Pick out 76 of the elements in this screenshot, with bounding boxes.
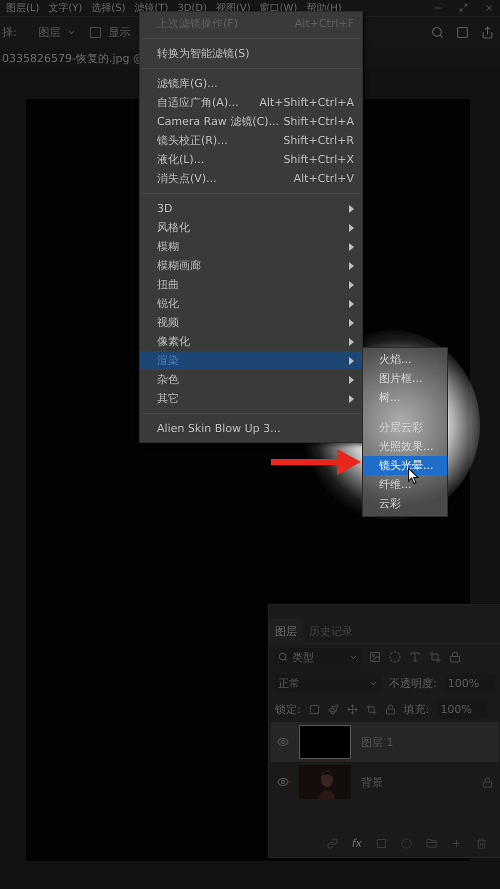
frame-icon[interactable] [456, 26, 469, 38]
menu-title[interactable]: 文字(Y) [48, 1, 82, 15]
lock-icon[interactable] [449, 651, 461, 663]
image-icon[interactable] [369, 651, 381, 663]
menu-item[interactable]: 镜头校正(R)... Shift+Ctrl+R [140, 131, 362, 150]
panel-tab[interactable]: 图层 [269, 619, 303, 643]
fill-label: 填充: [404, 702, 430, 716]
lock-label: 锁定: [275, 702, 301, 716]
move-icon[interactable] [346, 704, 358, 714]
submenu-arrow-icon [349, 356, 354, 364]
menu-item[interactable]: 树... [363, 388, 447, 407]
adjustment-icon[interactable] [401, 838, 412, 848]
menu-item[interactable]: 风格化 [140, 218, 362, 237]
menu-item[interactable]: 渲染 [140, 351, 362, 370]
menu-item[interactable]: 模糊 [140, 237, 362, 256]
adjustment-icon[interactable] [389, 651, 401, 663]
menu-item[interactable]: Alien Skin Blow Up 3... [140, 419, 362, 438]
maximize-icon[interactable] [459, 3, 468, 12]
submenu-arrow-icon [349, 242, 354, 250]
menu-item[interactable]: 液化(L)... Shift+Ctrl+X [140, 150, 362, 169]
menu-item[interactable]: 镜头光晕... [363, 456, 447, 475]
submenu-arrow-icon [349, 394, 354, 402]
menu-item[interactable]: 转换为智能滤镜(S) [140, 44, 362, 63]
mask-icon[interactable] [376, 838, 387, 848]
menu-item[interactable]: 云彩 [363, 494, 447, 513]
menu-item[interactable]: 火焰... [363, 350, 447, 369]
menu-item[interactable]: 自适应广角(A)... Alt+Shift+Ctrl+A [140, 93, 362, 112]
submenu-arrow-icon [349, 318, 354, 326]
submenu-arrow-icon [349, 224, 354, 232]
menu-item[interactable]: Camera Raw 滤镜(C)... Shift+Ctrl+A [140, 112, 362, 131]
submenu-arrow-icon [349, 338, 354, 346]
layer-name: 背景 [361, 774, 384, 790]
checkbox-label: 显示 [108, 24, 131, 40]
menu-title[interactable]: 3D(D) [177, 2, 207, 14]
show-checkbox[interactable] [90, 26, 101, 38]
folder-icon[interactable] [426, 838, 437, 848]
trash-icon[interactable] [476, 838, 487, 848]
menu-item[interactable]: 杂色 [140, 370, 362, 389]
submenu-arrow-icon [349, 300, 354, 308]
menu-title[interactable]: 图层(L) [6, 1, 40, 15]
menu-item[interactable]: 锐化 [140, 294, 362, 313]
share-icon[interactable] [481, 26, 494, 38]
option-label: 择: [2, 24, 17, 40]
layer-thumbnail [299, 725, 351, 759]
brush-icon[interactable] [328, 704, 339, 714]
menu-item[interactable]: 纤维... [363, 475, 447, 494]
link-icon[interactable] [326, 838, 338, 848]
opacity-label: 不透明度: [389, 676, 437, 690]
menu-item[interactable]: 扭曲 [140, 275, 362, 294]
menu-item[interactable]: 其它 [140, 389, 362, 408]
effects-button[interactable]: fx [352, 836, 362, 850]
new-layer-icon[interactable] [451, 838, 462, 848]
eye-icon[interactable] [277, 736, 289, 748]
lock-pixels-icon[interactable] [308, 704, 320, 714]
submenu-arrow-icon [349, 280, 354, 288]
search-icon[interactable] [431, 26, 444, 38]
submenu-arrow-icon [349, 376, 354, 384]
menu-item[interactable]: 光照效果... [363, 437, 447, 456]
menu-item[interactable]: 滤镜库(G)... [140, 74, 362, 93]
layer-row[interactable]: 背景 [271, 762, 499, 802]
menu-item[interactable]: 分层云彩 [363, 418, 447, 437]
menu-item[interactable]: 模糊画廊 [140, 256, 362, 275]
submenu-arrow-icon [349, 262, 354, 270]
menu-item[interactable]: 视频 [140, 313, 362, 332]
menu-title[interactable]: 选择(S) [91, 1, 126, 15]
type-icon[interactable] [409, 651, 421, 663]
menu-item[interactable]: 3D [140, 199, 362, 218]
menu-item[interactable]: 消失点(V)... Alt+Ctrl+V [140, 169, 362, 188]
menu-item[interactable]: 图片框... [363, 369, 447, 388]
close-icon[interactable] [484, 3, 494, 13]
menu-item[interactable]: 像素化 [140, 332, 362, 351]
submenu-arrow-icon [349, 204, 354, 212]
layer-select[interactable]: 图层 [24, 22, 82, 42]
search-icon [278, 652, 288, 662]
lock-icon[interactable] [384, 704, 396, 714]
eye-icon[interactable] [277, 776, 289, 788]
